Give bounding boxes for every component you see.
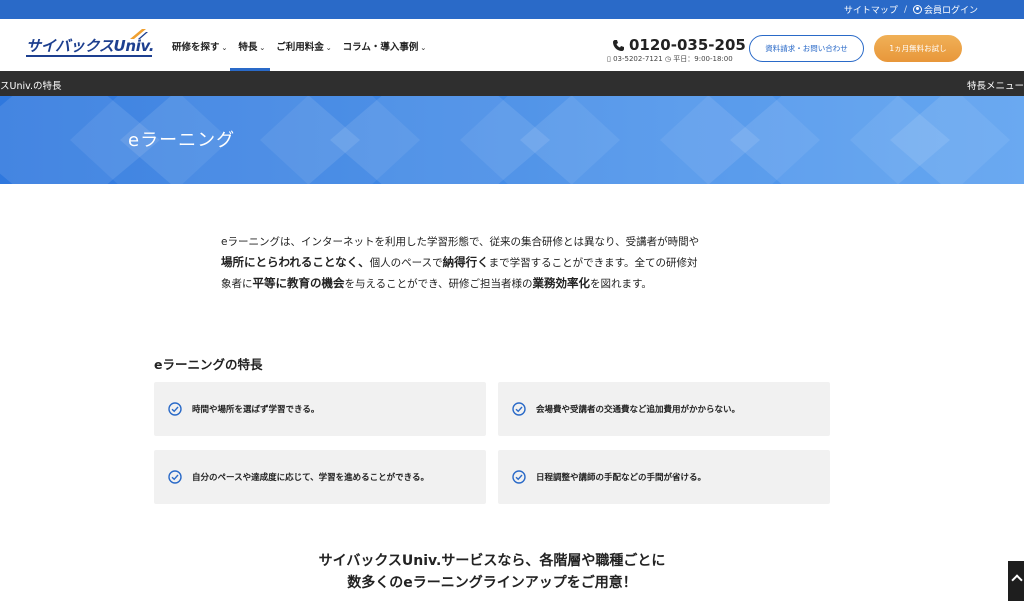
- utility-links: サイトマップ / 会員ログイン: [844, 3, 978, 17]
- back-to-top-button[interactable]: [1008, 561, 1024, 601]
- intro-emphasis: 業務効率化: [532, 276, 590, 290]
- check-circle-icon: [512, 402, 526, 416]
- nav-item-search-training[interactable]: 研修を探す ⌄: [172, 39, 232, 71]
- intro-text: まで学習することができます。全ての研修対: [488, 257, 698, 269]
- intro-paragraph: eラーニングは、インターネットを利用した学習形態で、従来の集合研修とは異なり、受…: [221, 232, 761, 294]
- business-hours: 平日：9:00-18:00: [673, 55, 733, 63]
- logo-mark-icon: [130, 29, 148, 39]
- chevron-down-icon: ⌄: [325, 44, 332, 52]
- main-nav: 研修を探す ⌄ 特長 ⌄ ご利用料金 ⌄ コラム・導入事例 ⌄: [172, 39, 437, 71]
- feature-text: 日程調整や講師の手配などの手間が省ける。: [536, 473, 707, 483]
- logo-underline: [26, 55, 152, 57]
- page-title: eラーニング: [128, 130, 236, 151]
- chevron-down-icon: ⌄: [420, 44, 427, 52]
- lineup-heading-line-2: 数多くのeラーニングラインアップをご用意！: [347, 575, 637, 591]
- phone-number-text: 0120-035-205: [629, 36, 746, 54]
- hero-banner: eラーニング: [0, 96, 1024, 184]
- feature-card: 自分のペースや達成度に応じて、学習を進めることができる。: [154, 450, 486, 504]
- member-login-label: 会員ログイン: [923, 6, 978, 16]
- free-trial-button[interactable]: 1ヵ月無料お試し: [874, 35, 962, 62]
- feature-card: 日程調整や講師の手配などの手間が省ける。: [498, 450, 830, 504]
- feature-card: 会場費や受講者の交通費など追加費用がかからない。: [498, 382, 830, 436]
- nav-label: 特長: [238, 42, 258, 53]
- utility-bar: サイトマップ / 会員ログイン: [0, 0, 1024, 19]
- features-heading: eラーニングの特長: [154, 357, 263, 372]
- nav-label: 研修を探す: [172, 42, 220, 53]
- phone-icon: [613, 39, 624, 51]
- check-circle-icon: [168, 470, 182, 484]
- feature-menu-toggle[interactable]: 特長メニュー: [967, 78, 1024, 92]
- nav-label: コラム・導入事例: [342, 42, 419, 53]
- sitemap-link[interactable]: サイトマップ: [844, 3, 898, 16]
- intro-emphasis: 場所にとらわれることなく、: [221, 255, 370, 269]
- feature-text: 会場費や受講者の交通費など追加費用がかからない。: [536, 405, 741, 415]
- intro-emphasis: 平等に教育の機会: [252, 276, 345, 290]
- feature-subnav-bar: スUniv.の特長 特長メニュー: [0, 71, 1024, 96]
- user-icon: [912, 5, 922, 14]
- sub-phone-number: 03-5202-7121: [613, 55, 663, 63]
- member-login-link[interactable]: 会員ログイン: [912, 3, 978, 16]
- nav-item-pricing[interactable]: ご利用料金 ⌄: [276, 39, 336, 71]
- feature-text: 自分のペースや達成度に応じて、学習を進めることができる。: [192, 473, 429, 483]
- chevron-down-icon: ⌄: [259, 44, 266, 52]
- check-circle-icon: [512, 470, 526, 484]
- nav-item-features[interactable]: 特長 ⌄: [230, 39, 271, 71]
- nav-label: ご利用料金: [276, 42, 324, 53]
- intro-text: 個人のペースで: [369, 257, 443, 269]
- nav-item-columns-cases[interactable]: コラム・導入事例 ⌄: [343, 39, 432, 71]
- feature-card: 時間や場所を選ばず学習できる。: [154, 382, 486, 436]
- subnav-title: スUniv.の特長: [0, 81, 62, 92]
- intro-text: を図れます。: [589, 278, 652, 290]
- intro-text: を与えることができ、研修ご担当者様の: [344, 278, 533, 290]
- clock-icon: ◷: [664, 55, 672, 63]
- mobile-icon: ▯: [607, 55, 611, 63]
- lineup-heading-line-1: サイバックスUniv.サービスなら、各階層や職種ごとに: [318, 553, 666, 569]
- contact-button[interactable]: 資料請求・お問い合わせ: [749, 35, 864, 62]
- lineup-heading: サイバックスUniv.サービスなら、各階層や職種ごとに 数多くのeラーニングライ…: [0, 550, 984, 594]
- intro-line-1: eラーニングは、インターネットを利用した学習形態で、従来の集合研修とは異なり、受…: [221, 236, 700, 248]
- intro-emphasis: 納得行く: [442, 255, 489, 269]
- site-header: サイバックスUniv. 研修を探す ⌄ 特長 ⌄ ご利用料金 ⌄ コラム・導入事例 ⌄ …: [0, 19, 1024, 71]
- phone-number[interactable]: 0120-035-205: [612, 36, 746, 54]
- check-circle-icon: [168, 402, 182, 416]
- utility-separator: /: [903, 4, 907, 15]
- feature-text: 時間や場所を選ばず学習できる。: [192, 405, 320, 415]
- phone-sub-info: ▯ 03-5202-7121 ◷ 平日：9:00-18:00: [607, 54, 733, 64]
- chevron-down-icon: ⌄: [221, 44, 228, 52]
- intro-text: 象者に: [221, 278, 253, 290]
